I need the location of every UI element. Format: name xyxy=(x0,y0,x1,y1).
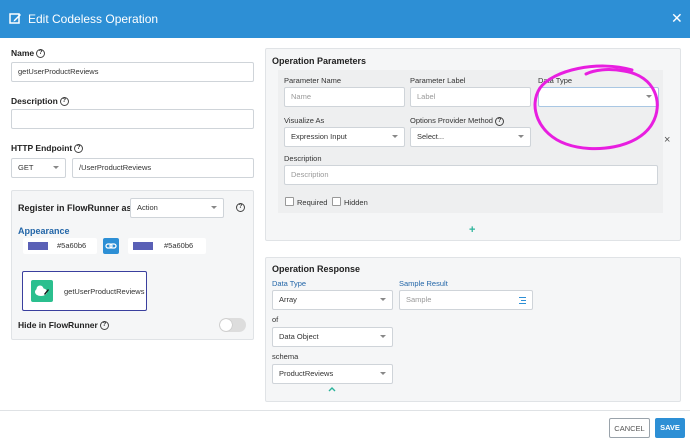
response-data-type-label: Data Type xyxy=(272,279,307,288)
hide-label-text: Hide in FlowRunner xyxy=(18,320,98,330)
edit-icon xyxy=(9,13,21,24)
options-provider-label-text: Options Provider Method xyxy=(410,116,493,125)
help-icon[interactable]: ? xyxy=(494,116,504,126)
description-input[interactable] xyxy=(11,109,254,129)
options-provider-value: Select... xyxy=(417,132,445,141)
operation-card[interactable]: getUserProductReviews xyxy=(22,271,147,311)
chevron-down-icon xyxy=(211,206,217,209)
save-button[interactable]: SAVE xyxy=(655,418,685,438)
required-checkbox[interactable] xyxy=(285,197,294,206)
register-label: Register in FlowRunner as xyxy=(18,203,132,213)
sample-result-input[interactable]: Sample xyxy=(399,290,533,310)
schema-label: schema xyxy=(272,352,299,361)
chevron-up-icon[interactable] xyxy=(328,386,336,392)
parameters-title: Operation Parameters xyxy=(272,56,367,66)
response-data-type-select[interactable]: Array xyxy=(272,290,393,310)
of-select[interactable]: Data Object xyxy=(272,327,393,347)
name-input[interactable]: getUserProductReviews xyxy=(11,62,254,82)
http-path-input[interactable]: /UserProductReviews xyxy=(72,158,254,178)
close-icon[interactable]: ✕ xyxy=(671,10,683,27)
response-title: Operation Response xyxy=(272,264,361,274)
register-value: Action xyxy=(137,203,158,212)
hide-label: Hide in FlowRunner? xyxy=(18,320,109,331)
response-data-type-value: Array xyxy=(279,295,297,304)
param-description-input[interactable]: Description xyxy=(284,165,658,185)
chevron-down-icon xyxy=(380,335,386,338)
param-label-label: Parameter Label xyxy=(410,76,466,85)
visualize-select[interactable]: Expression Input xyxy=(284,127,405,147)
description-label: Description? xyxy=(11,96,69,107)
name-label: Name? xyxy=(11,48,46,59)
of-label: of xyxy=(272,315,279,324)
color-picker-1[interactable]: #5a60b6 xyxy=(23,238,97,254)
of-value: Data Object xyxy=(279,332,319,341)
format-icon[interactable] xyxy=(518,296,527,305)
help-icon[interactable]: ? xyxy=(99,321,109,331)
http-endpoint-label: HTTP Endpoint? xyxy=(11,143,84,154)
appearance-label: Appearance xyxy=(18,226,70,236)
http-method-select[interactable]: GET xyxy=(11,158,66,178)
description-label-text: Description xyxy=(11,96,58,106)
help-icon[interactable]: ? xyxy=(74,144,84,154)
visualize-label: Visualize As xyxy=(284,116,325,125)
remove-parameter-icon[interactable]: × xyxy=(664,134,670,146)
hidden-label: Hidden xyxy=(344,198,368,207)
schema-value: ProductReviews xyxy=(279,369,334,378)
dialog-footer: CANCEL SAVE xyxy=(0,410,690,445)
operation-card-label: getUserProductReviews xyxy=(64,287,145,296)
color-swatch xyxy=(133,242,153,250)
color-picker-2[interactable]: #5a60b6 xyxy=(128,238,206,254)
cloud-icon-glyph xyxy=(35,285,49,296)
help-icon[interactable]: ? xyxy=(236,203,245,212)
sample-result-label: Sample Result xyxy=(399,279,448,288)
help-icon[interactable]: ? xyxy=(59,97,69,107)
chevron-down-icon xyxy=(392,135,398,138)
link-icon[interactable] xyxy=(103,238,119,254)
add-parameter-icon[interactable]: + xyxy=(469,224,475,236)
param-label-input[interactable]: Label xyxy=(410,87,531,107)
options-provider-label: Options Provider Method? xyxy=(410,116,504,126)
schema-select[interactable]: ProductReviews xyxy=(272,364,393,384)
chevron-down-icon xyxy=(380,298,386,301)
help-icon[interactable]: ? xyxy=(36,49,46,59)
hidden-checkbox[interactable] xyxy=(332,197,341,206)
http-endpoint-label-text: HTTP Endpoint xyxy=(11,143,73,153)
dialog-title: Edit Codeless Operation xyxy=(28,12,159,26)
param-name-label: Parameter Name xyxy=(284,76,342,85)
param-description-label: Description xyxy=(284,154,322,163)
color-swatch xyxy=(28,242,48,250)
dialog-header: Edit Codeless Operation ✕ xyxy=(0,0,690,38)
param-name-input[interactable]: Name xyxy=(284,87,405,107)
toggle-knob xyxy=(220,319,232,331)
visualize-value: Expression Input xyxy=(291,132,347,141)
options-provider-select[interactable]: Select... xyxy=(410,127,531,147)
register-select[interactable]: Action xyxy=(130,198,224,218)
chevron-down-icon xyxy=(380,372,386,375)
name-label-text: Name xyxy=(11,48,35,58)
link-icon-glyph xyxy=(105,243,117,249)
color-2-value: #5a60b6 xyxy=(164,241,194,250)
hide-toggle[interactable] xyxy=(219,318,246,332)
sample-result-placeholder: Sample xyxy=(406,295,432,304)
annotation-circle xyxy=(533,64,659,151)
required-label: Required xyxy=(297,198,328,207)
chevron-down-icon xyxy=(518,135,524,138)
http-method-value: GET xyxy=(18,163,34,172)
chevron-down-icon xyxy=(53,166,59,169)
cancel-button[interactable]: CANCEL xyxy=(609,418,650,438)
cloud-icon xyxy=(31,280,53,302)
color-1-value: #5a60b6 xyxy=(57,241,87,250)
